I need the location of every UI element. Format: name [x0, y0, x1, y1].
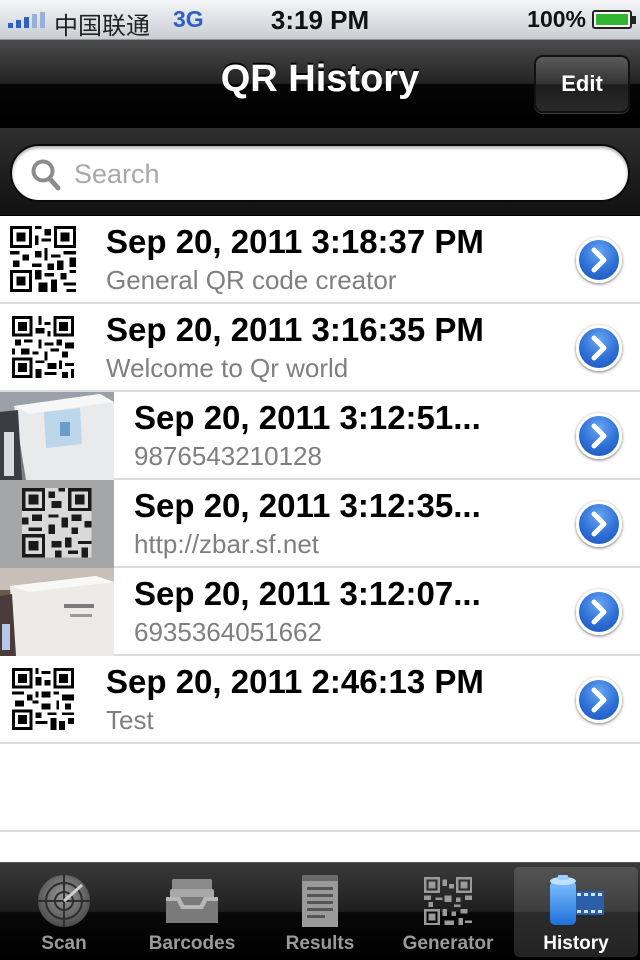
row-text: Sep 20, 2011 3:12:35... http://zbar.sf.n…	[134, 486, 481, 560]
scan-photo-thumbnail	[0, 568, 114, 656]
empty-row	[0, 744, 640, 832]
history-row[interactable]: Sep 20, 2011 3:16:35 PM Welcome to Qr wo…	[0, 304, 640, 392]
history-date: Sep 20, 2011 3:12:07...	[134, 575, 481, 612]
chevron-right-icon	[591, 247, 607, 273]
tab-label: Results	[285, 933, 355, 954]
navigation-bar: QR History Edit	[0, 40, 640, 128]
detail-disclosure-button[interactable]	[576, 325, 622, 371]
document-icon	[302, 875, 338, 927]
history-date: Sep 20, 2011 3:16:35 PM	[106, 311, 484, 348]
qr-code-icon	[424, 877, 473, 926]
history-row[interactable]: Sep 20, 2011 2:46:13 PM Test	[0, 656, 640, 744]
search-input[interactable]	[74, 154, 614, 194]
chevron-right-icon	[591, 599, 607, 625]
history-row[interactable]: Sep 20, 2011 3:12:51... 9876543210128	[0, 392, 640, 480]
radar-icon	[38, 875, 90, 927]
film-reel-icon	[550, 875, 604, 925]
chevron-right-icon	[591, 687, 607, 713]
row-text: Sep 20, 2011 2:46:13 PM Test	[106, 662, 484, 736]
tab-label: Barcodes	[148, 933, 236, 954]
history-date: Sep 20, 2011 3:12:51...	[134, 399, 481, 436]
history-row[interactable]: Sep 20, 2011 3:12:07... 6935364051662	[0, 568, 640, 656]
history-list: Sep 20, 2011 3:18:37 PM General QR code …	[0, 216, 640, 862]
qr-code-icon	[12, 668, 74, 730]
status-bar: 中国联通 3G 3:19 PM 100%	[0, 0, 640, 40]
history-subtitle: http://zbar.sf.net	[134, 529, 319, 559]
search-bar	[0, 128, 640, 216]
history-row[interactable]: Sep 20, 2011 3:18:37 PM General QR code …	[0, 216, 640, 304]
tab-results[interactable]: Results	[258, 867, 382, 957]
history-row[interactable]: Sep 20, 2011 3:12:35... http://zbar.sf.n…	[0, 480, 640, 568]
tab-label: History	[543, 933, 609, 954]
history-subtitle: General QR code creator	[106, 265, 397, 295]
history-subtitle: 6935364051662	[134, 617, 322, 647]
chevron-right-icon	[591, 511, 607, 537]
history-date: Sep 20, 2011 2:46:13 PM	[106, 663, 484, 700]
chevron-right-icon	[591, 335, 607, 361]
battery-icon	[592, 10, 636, 29]
row-text: Sep 20, 2011 3:12:51... 9876543210128	[134, 398, 481, 472]
tab-scan[interactable]: Scan	[2, 867, 126, 957]
row-text: Sep 20, 2011 3:18:37 PM General QR code …	[106, 222, 484, 296]
tab-history[interactable]: History	[514, 867, 638, 957]
tab-barcodes[interactable]: Barcodes	[130, 867, 254, 957]
detail-disclosure-button[interactable]	[576, 677, 622, 723]
chevron-right-icon	[591, 423, 607, 449]
history-subtitle: Welcome to Qr world	[106, 353, 349, 383]
tab-label: Scan	[41, 933, 87, 954]
qr-code-icon	[12, 316, 74, 378]
detail-disclosure-button[interactable]	[576, 413, 622, 459]
scan-photo-thumbnail	[0, 480, 114, 568]
tab-label: Generator	[402, 933, 494, 954]
detail-disclosure-button[interactable]	[576, 237, 622, 283]
battery-percent: 100%	[527, 6, 586, 32]
history-date: Sep 20, 2011 3:12:35...	[134, 487, 481, 524]
row-text: Sep 20, 2011 3:12:07... 6935364051662	[134, 574, 481, 648]
history-subtitle: 9876543210128	[134, 441, 322, 471]
tab-bar: Scan Barcodes Results Generator History	[0, 862, 640, 960]
row-text: Sep 20, 2011 3:16:35 PM Welcome to Qr wo…	[106, 310, 484, 384]
detail-disclosure-button[interactable]	[576, 589, 622, 635]
search-field[interactable]	[10, 144, 630, 202]
search-icon	[31, 159, 61, 191]
history-date: Sep 20, 2011 3:18:37 PM	[106, 223, 484, 260]
scan-photo-thumbnail	[0, 392, 114, 480]
tab-generator[interactable]: Generator	[386, 867, 510, 957]
history-subtitle: Test	[106, 705, 154, 735]
detail-disclosure-button[interactable]	[576, 501, 622, 547]
inbox-tray-icon	[166, 879, 218, 923]
edit-button[interactable]: Edit	[534, 55, 630, 113]
qr-code-icon	[10, 226, 76, 292]
